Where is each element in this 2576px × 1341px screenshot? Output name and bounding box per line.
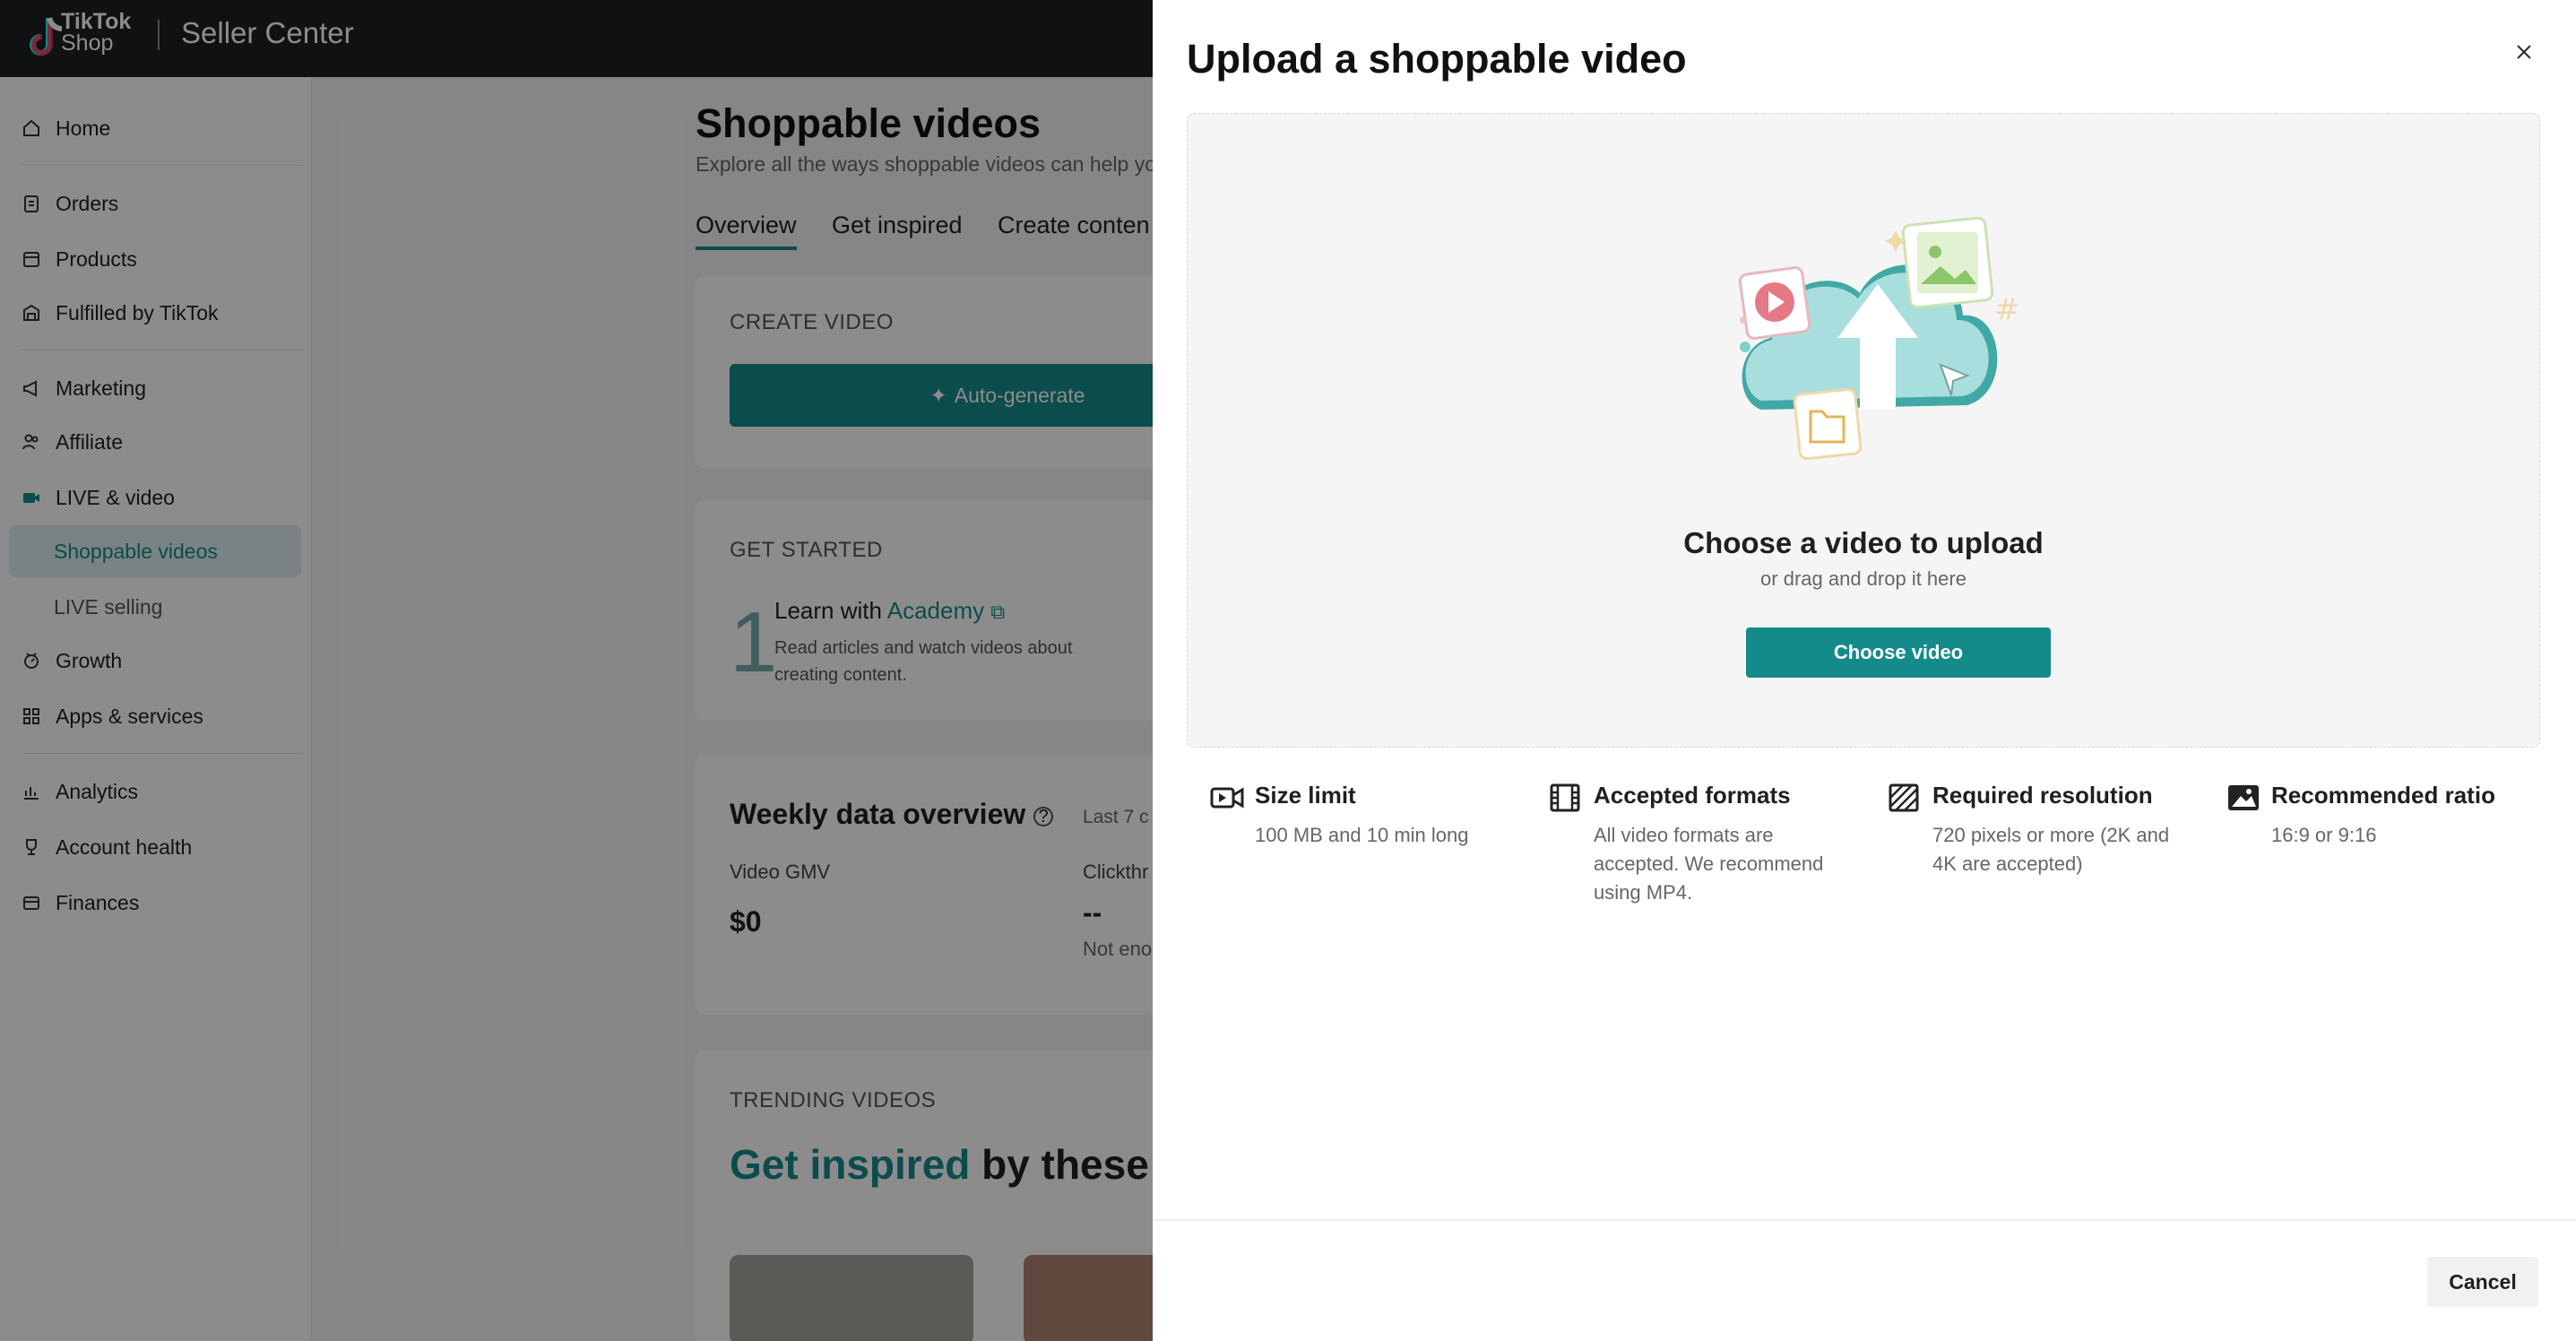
video-size-icon	[1210, 787, 1244, 809]
dropzone-title: Choose a video to upload	[1683, 526, 2044, 559]
close-icon	[2517, 45, 2531, 59]
dropzone-subtitle: or drag and drop it here	[1760, 567, 1967, 590]
close-button[interactable]	[2508, 36, 2540, 68]
recommended-ratio-title: Recommended ratio	[2271, 782, 2495, 809]
required-resolution-desc: 720 pixels or more (2K and 4K are accept…	[1932, 824, 2170, 875]
upload-dropzone[interactable]: # Choose a video to upload or drag and d…	[1187, 113, 2540, 748]
svg-text:#: #	[1994, 292, 2020, 328]
recommended-ratio-desc: 16:9 or 9:16	[2271, 824, 2377, 846]
footer-divider	[1153, 1219, 2576, 1221]
size-limit-title: Size limit	[1255, 782, 1356, 809]
choose-video-button[interactable]: Choose video	[1746, 627, 2051, 678]
film-icon	[1550, 783, 1580, 812]
accepted-formats-title: Accepted formats	[1594, 782, 1791, 809]
cancel-button[interactable]: Cancel	[2427, 1257, 2538, 1307]
accepted-formats-desc: All video formats are accepted. We recom…	[1594, 824, 1824, 904]
cloud-upload-illustration-icon: #	[1738, 216, 2020, 461]
required-resolution-title: Required resolution	[1932, 782, 2153, 809]
upload-drawer: Upload a shoppable video # Choose a vide…	[1153, 0, 2576, 1341]
ratio-icon	[2228, 785, 2259, 810]
modal-backdrop[interactable]	[0, 0, 1153, 1341]
resolution-icon	[1889, 783, 1919, 812]
drawer-title: Upload a shoppable video	[1187, 36, 1687, 82]
size-limit-desc: 100 MB and 10 min long	[1255, 824, 1469, 846]
